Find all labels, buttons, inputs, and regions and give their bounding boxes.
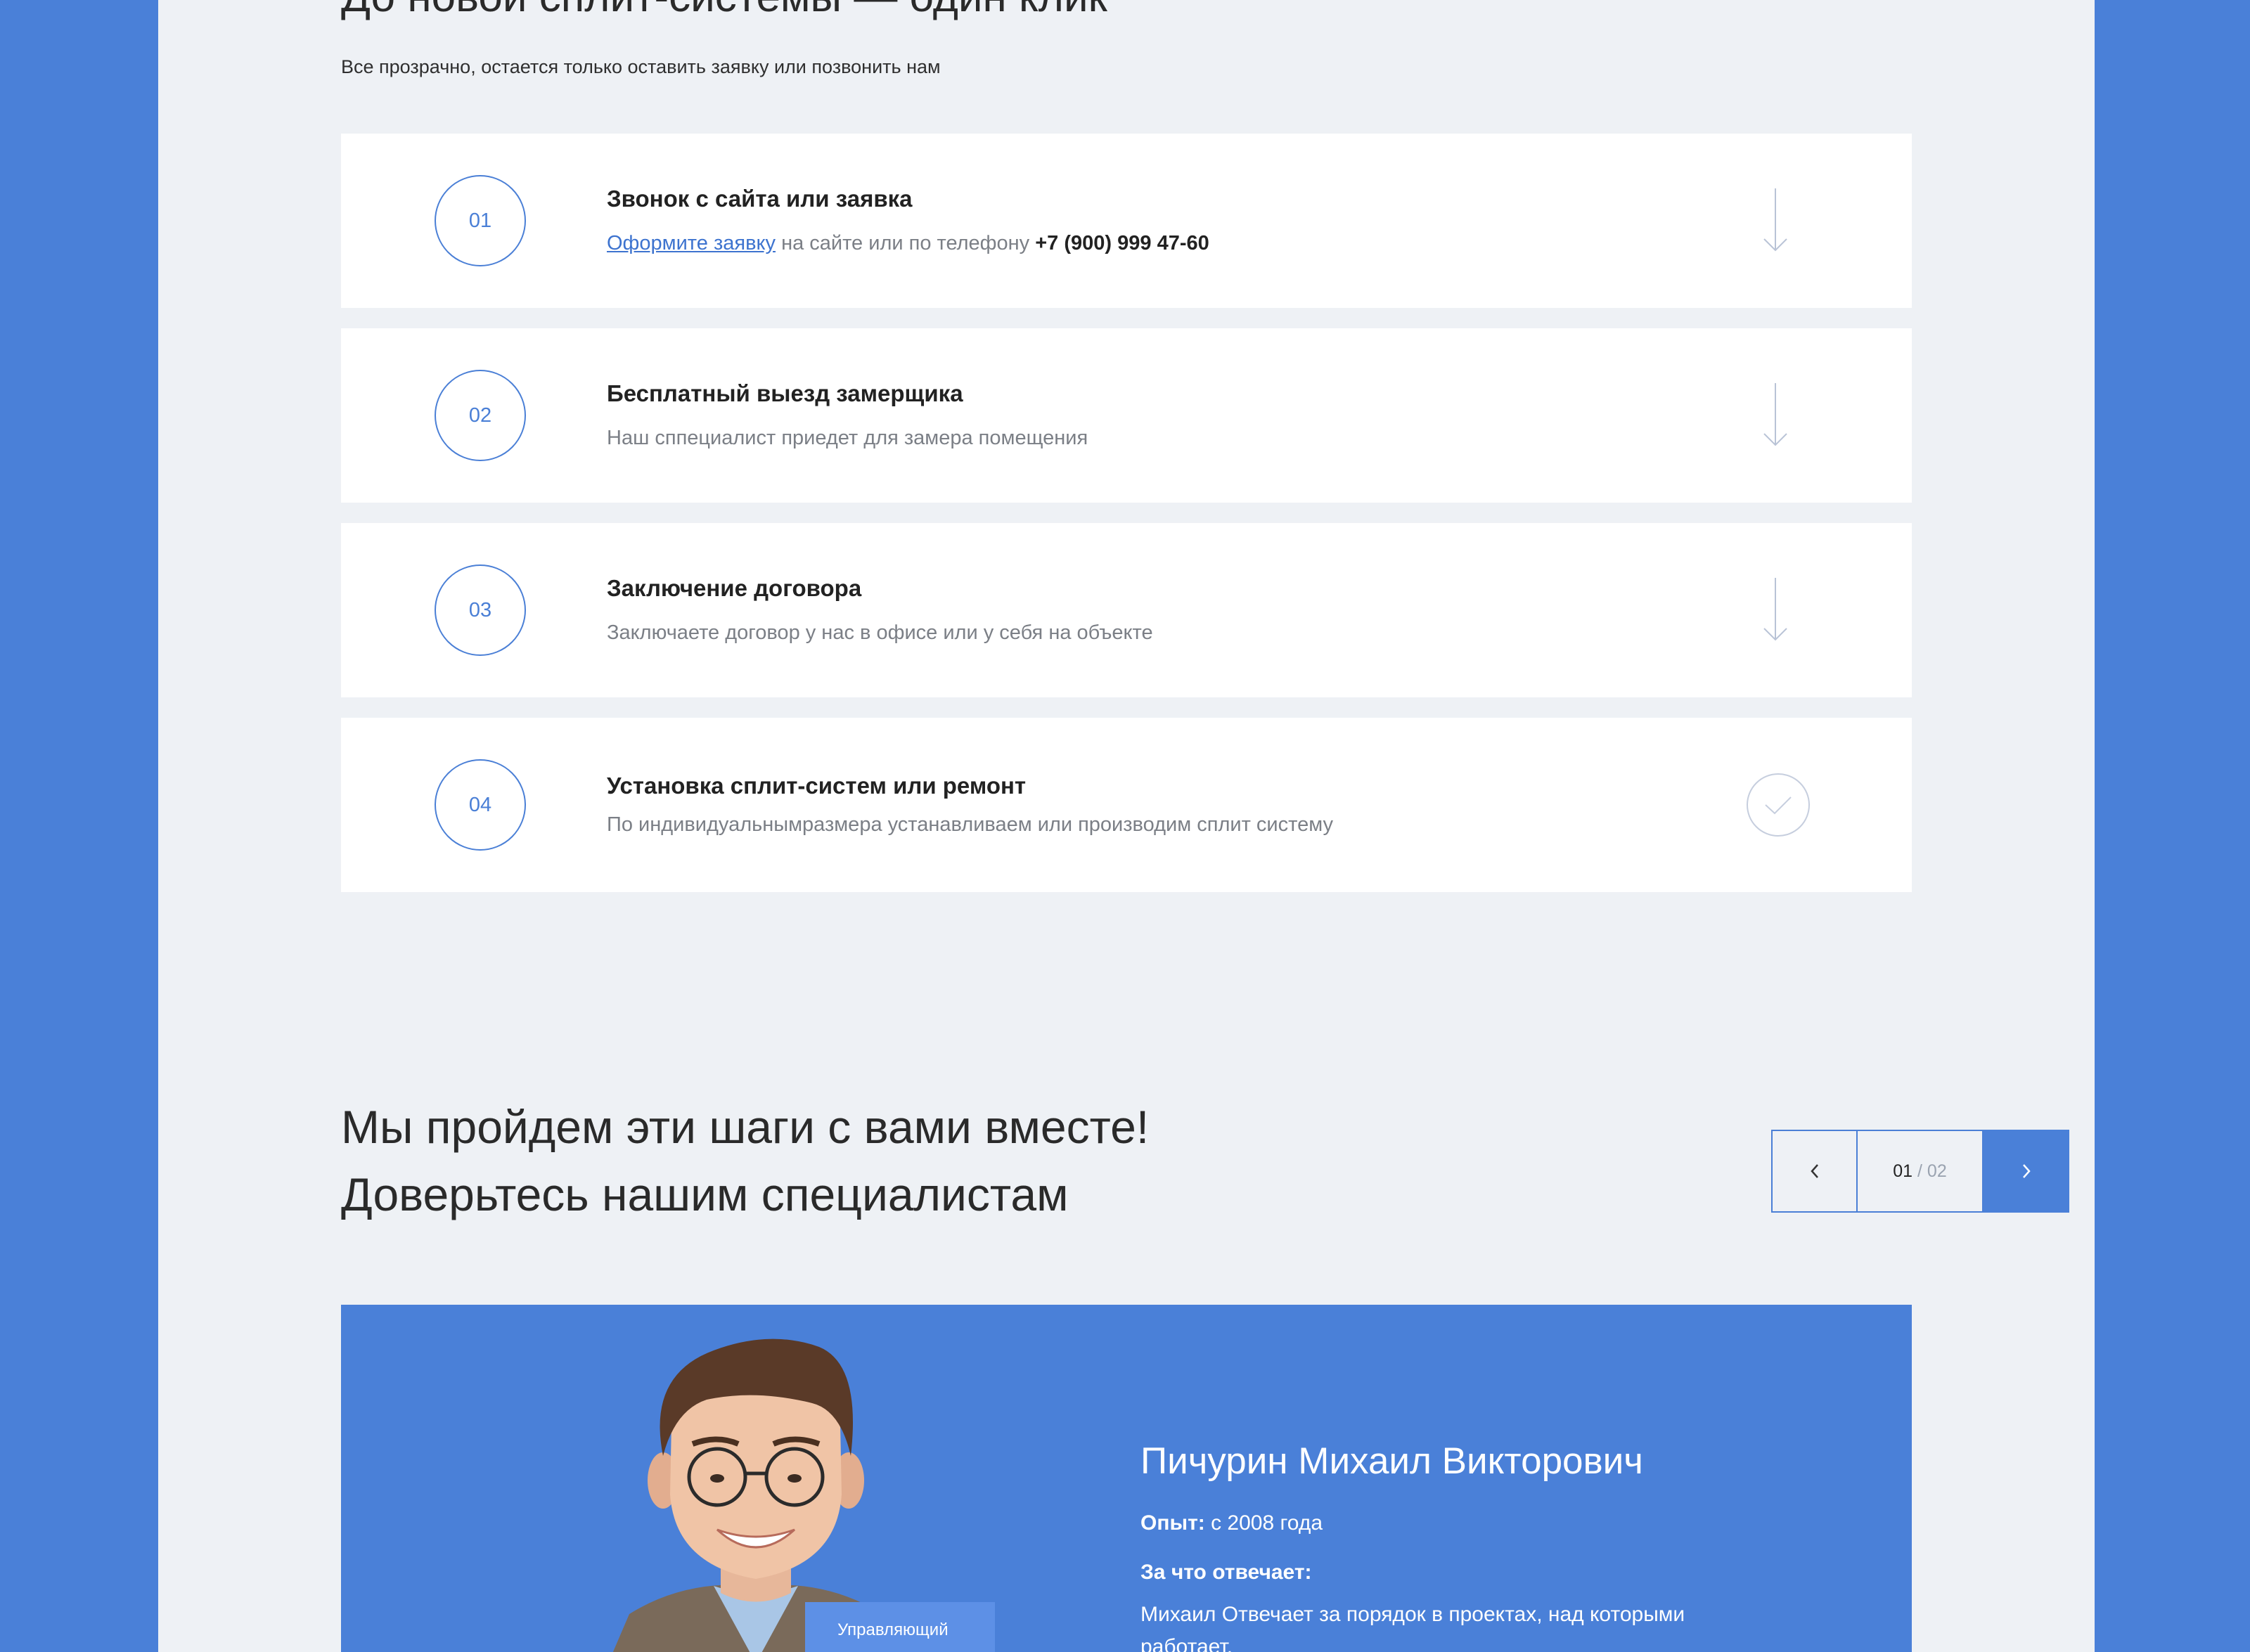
responsibility-label: За что отвечает: bbox=[1140, 1561, 1312, 1584]
team-heading-line-1: Мы пройдем эти шаги с вами вместе! bbox=[341, 1101, 1150, 1153]
step-number: 01 bbox=[435, 175, 526, 266]
experience-label: Опыт: bbox=[1140, 1511, 1205, 1535]
step-number: 03 bbox=[435, 564, 526, 656]
step-desc-text: на сайте или по телефону bbox=[776, 232, 1036, 254]
next-button[interactable] bbox=[1984, 1130, 2069, 1213]
team-heading: Мы пройдем эти шаги с вами вместе! Довер… bbox=[341, 1093, 1149, 1228]
step-title: Звонок с сайта или заявка bbox=[607, 186, 913, 212]
expert-experience: Опыт: с 2008 года bbox=[1140, 1511, 1323, 1535]
step-title: Установка сплит-систем или ремонт bbox=[607, 773, 1027, 799]
step-description: Наш сппециалист приедет для замера помещ… bbox=[607, 427, 1088, 449]
slide-separator: / bbox=[1912, 1161, 1927, 1181]
step-number: 04 bbox=[435, 759, 526, 851]
step-card-2: 02 Бесплатный выезд замерщика Наш сппеци… bbox=[341, 328, 1912, 503]
check-circle-icon bbox=[1747, 773, 1810, 837]
step-title: Бесплатный выезд замерщика bbox=[607, 380, 963, 406]
total-slides: 02 bbox=[1927, 1161, 1947, 1181]
team-heading-line-2: Доверьтесь нашим специалистам bbox=[341, 1168, 1069, 1220]
slider-pager: 01 / 02 bbox=[1771, 1130, 2069, 1213]
current-slide: 01 bbox=[1893, 1161, 1913, 1181]
section-subtitle: Все прозрачно, остается только оставить … bbox=[341, 56, 941, 77]
step-description: Заключаете договор у нас в офисе или у с… bbox=[607, 621, 1153, 644]
prev-button[interactable] bbox=[1771, 1130, 1856, 1213]
order-link[interactable]: Оформите заявку bbox=[607, 232, 776, 254]
role-badge: Управляющий bbox=[805, 1602, 995, 1652]
step-title: Заключение договора bbox=[607, 575, 862, 601]
experience-value: с 2008 года bbox=[1204, 1511, 1323, 1535]
expert-card: Управляющий Пичурин Михаил Викторович Оп… bbox=[341, 1305, 1912, 1652]
chevron-right-icon bbox=[2023, 1164, 2031, 1178]
section-title: До новой сплит-системы — один клик bbox=[341, 0, 1107, 22]
chevron-left-icon bbox=[1810, 1164, 1818, 1178]
step-card-1: 01 Звонок с сайта или заявка Оформите за… bbox=[341, 134, 1912, 308]
step-description: По индивидуальнымразмера устанавливаем и… bbox=[607, 813, 1333, 836]
expert-name: Пичурин Михаил Викторович bbox=[1140, 1440, 1643, 1482]
step-card-3: 03 Заключение договора Заключаете догово… bbox=[341, 523, 1912, 697]
phone-number[interactable]: +7 (900) 999 47-60 bbox=[1035, 232, 1209, 254]
arrow-down-icon bbox=[1763, 188, 1787, 252]
page-content: До новой сплит-системы — один клик Все п… bbox=[158, 0, 2095, 1652]
slide-counter: 01 / 02 bbox=[1856, 1130, 1984, 1213]
step-description: Оформите заявку на сайте или по телефону… bbox=[607, 232, 1209, 255]
responsibility-text: Михаил Отвечает за порядок в проектах, н… bbox=[1140, 1603, 1685, 1652]
arrow-down-icon bbox=[1763, 383, 1787, 446]
arrow-down-icon bbox=[1763, 578, 1787, 641]
step-number: 02 bbox=[435, 370, 526, 461]
step-card-4: 04 Установка сплит-систем или ремонт По … bbox=[341, 718, 1912, 892]
